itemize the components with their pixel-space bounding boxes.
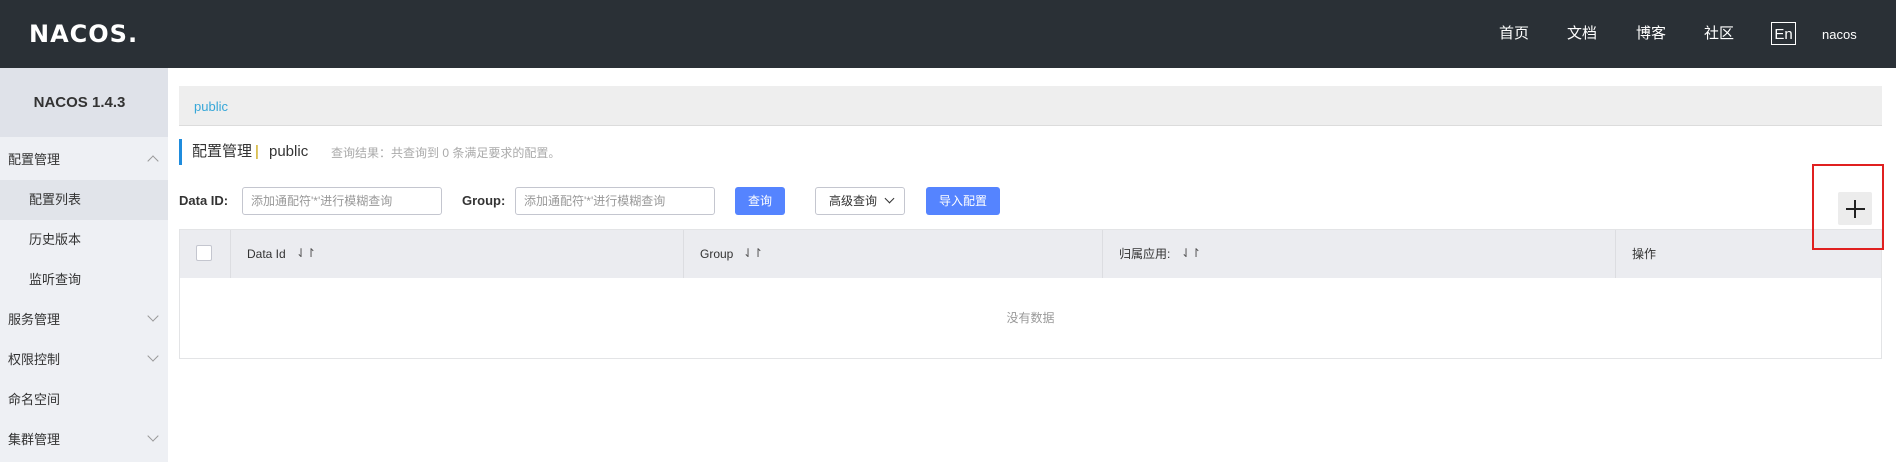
advanced-query-label: 高级查询 xyxy=(829,194,878,208)
namespace-public-link[interactable]: public xyxy=(194,99,228,115)
sidebar-item-cluster-management[interactable]: 集群管理 xyxy=(0,420,168,460)
group-input[interactable] xyxy=(515,187,715,215)
title-accent-bar xyxy=(179,139,182,165)
import-config-button[interactable]: 导入配置 xyxy=(926,187,1000,215)
sidebar-header: NACOS 1.4.3 xyxy=(0,68,168,137)
chevron-down-icon xyxy=(884,193,895,204)
column-header-app[interactable]: 归属应用: ⇃↾ xyxy=(1102,230,1615,278)
select-all-checkbox[interactable] xyxy=(196,245,212,261)
sort-icon[interactable]: ⇃↾ xyxy=(296,245,316,261)
nav-docs-link[interactable]: 文档 xyxy=(1567,24,1597,44)
title-namespace: public xyxy=(269,143,309,160)
add-config-button[interactable] xyxy=(1838,192,1872,225)
namespace-bar: public xyxy=(179,86,1882,126)
column-header-dataid[interactable]: Data Id ⇃↾ xyxy=(230,230,683,278)
version-label: NACOS 1.4.3 xyxy=(33,94,126,111)
column-label: 操作 xyxy=(1632,247,1657,261)
sort-icon[interactable]: ⇃↾ xyxy=(743,245,763,261)
sidebar-item-label: 监听查询 xyxy=(29,272,82,287)
nacos-logo[interactable]: NACOS. xyxy=(29,20,138,48)
sidebar-item-config-management[interactable]: 配置管理 xyxy=(0,140,168,180)
sidebar-item-label: 服务管理 xyxy=(8,312,61,327)
page-title: 配置管理 xyxy=(192,143,253,160)
table-header: Data Id ⇃↾ Group ⇃↾ 归属应用: ⇃↾ 操作 xyxy=(180,230,1881,278)
sidebar-item-label: 命名空间 xyxy=(8,392,61,407)
chevron-down-icon xyxy=(147,430,159,442)
chevron-down-icon xyxy=(147,310,159,322)
nav-community-link[interactable]: 社区 xyxy=(1704,24,1734,44)
sidebar-item-label: 配置管理 xyxy=(8,152,61,167)
sidebar-item-config-list[interactable]: 配置列表 xyxy=(0,180,168,220)
group-label: Group: xyxy=(462,193,506,208)
dataid-label: Data ID: xyxy=(179,193,229,208)
sidebar-item-service-management[interactable]: 服务管理 xyxy=(0,300,168,340)
chevron-up-icon xyxy=(147,155,159,167)
sidebar-item-label: 配置列表 xyxy=(29,192,82,207)
nav-blog-link[interactable]: 博客 xyxy=(1636,24,1666,44)
sidebar-item-label: 集群管理 xyxy=(8,432,61,447)
config-table: Data Id ⇃↾ Group ⇃↾ 归属应用: ⇃↾ 操作 没有数据 xyxy=(179,229,1882,359)
nav-home-link[interactable]: 首页 xyxy=(1499,24,1529,44)
sort-icon[interactable]: ⇃↾ xyxy=(1181,245,1201,261)
empty-state: 没有数据 xyxy=(180,278,1881,358)
column-label: Data Id xyxy=(247,247,286,261)
empty-message: 没有数据 xyxy=(1006,311,1055,325)
sidebar-item-history[interactable]: 历史版本 xyxy=(0,220,168,260)
column-label: 归属应用: xyxy=(1119,247,1171,261)
query-button[interactable]: 查询 xyxy=(735,187,785,215)
sidebar-item-label: 权限控制 xyxy=(8,352,61,367)
plus-icon xyxy=(1854,200,1856,218)
top-navbar: NACOS. 首页 文档 博客 社区 En nacos xyxy=(0,0,1896,68)
sidebar-item-listener-query[interactable]: 监听查询 xyxy=(0,260,168,300)
user-menu[interactable]: nacos xyxy=(1822,26,1857,44)
title-separator: | xyxy=(255,143,259,160)
select-all-cell xyxy=(180,230,230,278)
chevron-down-icon xyxy=(147,350,159,362)
column-label: Group xyxy=(700,247,734,261)
sidebar-item-label: 历史版本 xyxy=(29,232,82,247)
sidebar-item-namespace[interactable]: 命名空间 xyxy=(0,380,168,420)
sidebar-item-access-control[interactable]: 权限控制 xyxy=(0,340,168,380)
column-header-group[interactable]: Group ⇃↾ xyxy=(683,230,1102,278)
dataid-input[interactable] xyxy=(242,187,442,215)
sidebar: NACOS 1.4.3 配置管理 配置列表 历史版本 监听查询 服务管理 权限控… xyxy=(0,68,168,462)
language-toggle-button[interactable]: En xyxy=(1771,22,1796,45)
advanced-query-dropdown[interactable]: 高级查询 xyxy=(815,187,905,215)
query-result-hint: 查询结果：共查询到 0 条满足要求的配置。 xyxy=(331,146,561,160)
